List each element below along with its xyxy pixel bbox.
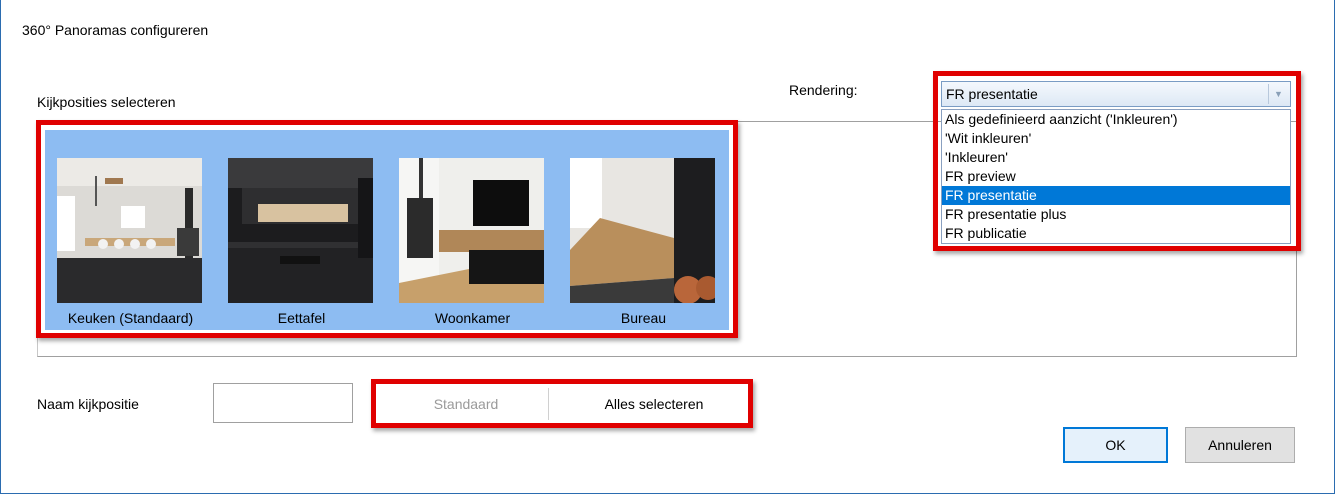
buttons-highlight-box — [371, 379, 753, 428]
dialog-title: 360° Panoramas configureren — [22, 22, 209, 38]
name-input[interactable] — [213, 383, 353, 423]
ok-button[interactable]: OK — [1063, 427, 1168, 463]
dialog-window: 360° Panoramas configureren Kijkposities… — [0, 0, 1335, 494]
views-section-label: Kijkposities selecteren — [37, 94, 176, 110]
rendering-highlight-box — [933, 71, 1301, 251]
name-label: Naam kijkpositie — [37, 396, 139, 412]
tiles-highlight-box — [36, 120, 738, 338]
rendering-label: Rendering: — [789, 82, 858, 98]
cancel-button[interactable]: Annuleren — [1185, 427, 1295, 463]
